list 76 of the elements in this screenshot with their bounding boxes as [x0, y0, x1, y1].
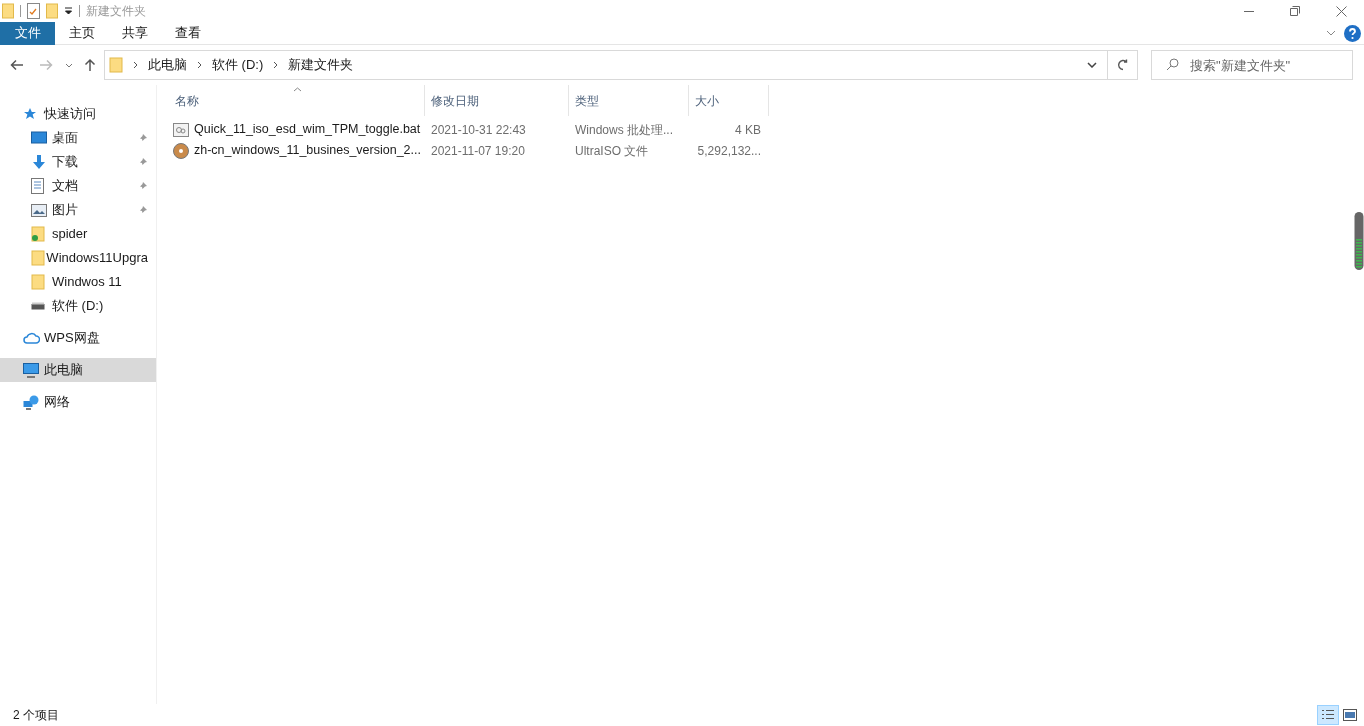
sidebar-item[interactable]: 文档: [0, 174, 156, 198]
folder-icon: [31, 274, 45, 290]
chevron-right-icon[interactable]: [133, 61, 138, 69]
cloud-icon: [23, 331, 40, 345]
synced-folder-icon: [31, 226, 45, 242]
search-icon: [1166, 58, 1179, 71]
volume-meter-drawing: [1354, 212, 1364, 270]
window-title: 新建文件夹: [86, 3, 146, 20]
modified-date: 2021-11-07 19:20: [430, 142, 526, 160]
file-size: 5,292,132...: [696, 142, 762, 160]
details-view-button[interactable]: [1317, 705, 1339, 725]
pin-icon[interactable]: [138, 205, 148, 215]
file-size: 4 KB: [734, 121, 762, 139]
ribbon-tab[interactable]: 共享: [108, 21, 161, 45]
sidebar-item[interactable]: WPS网盘: [0, 326, 156, 350]
pin-icon[interactable]: [138, 157, 148, 167]
document-icon: [31, 178, 44, 194]
sidebar-item[interactable]: Windows11Upgra: [0, 246, 156, 270]
close-icon: [1335, 5, 1347, 17]
chevron-right-icon[interactable]: [273, 61, 279, 69]
ribbon-tab[interactable]: 查看: [161, 21, 214, 45]
picture-icon: [1343, 709, 1357, 721]
file-row[interactable]: Quick_11_iso_esd_wim_TPM_toggle.bat 2021-10-31 22:43 Windows 批处理... 4 KB: [169, 119, 1364, 140]
sidebar-item[interactable]: Windwos 11: [0, 270, 156, 294]
list-icon: [1321, 709, 1335, 721]
breadcrumb[interactable]: 软件 (D:): [212, 55, 264, 75]
chevron-down-icon[interactable]: [1087, 62, 1097, 68]
network-icon: [23, 394, 39, 410]
breadcrumb[interactable]: 新建文件夹: [288, 55, 354, 75]
pin-icon[interactable]: [138, 133, 148, 143]
folder-icon: [109, 57, 123, 73]
column-header[interactable]: 修改日期: [425, 85, 569, 116]
file-type: Windows 批处理...: [574, 121, 674, 139]
chevron-right-icon[interactable]: [197, 61, 202, 69]
help-icon[interactable]: [1344, 24, 1361, 42]
address-bar[interactable]: 此电脑 软件 (D:) 新建文件夹: [104, 50, 1138, 80]
file-name: zh-cn_windows_11_busines_version_2...: [194, 142, 421, 160]
file-row[interactable]: zh-cn_windows_11_busines_version_2... 2021-11-07 19:20 UltraISO 文件 5,292,132...: [169, 140, 1364, 161]
column-header[interactable]: 名称: [169, 85, 425, 116]
chevron-down-icon[interactable]: [65, 62, 73, 68]
dropdown-icon[interactable]: [64, 7, 73, 15]
sidebar-item[interactable]: 网络: [0, 390, 156, 414]
drive-icon: [31, 302, 45, 310]
sidebar-item[interactable]: 此电脑: [0, 358, 156, 382]
sidebar-item[interactable]: 快速访问: [0, 102, 156, 126]
sidebar-item[interactable]: 下载: [0, 150, 156, 174]
restore-icon: [1290, 6, 1300, 16]
ribbon-tab[interactable]: 主页: [55, 21, 108, 45]
folder-icon: [31, 250, 45, 266]
file-tab[interactable]: 文件: [0, 21, 55, 45]
sidebar-item[interactable]: 桌面: [0, 126, 156, 150]
minimize-icon: [1244, 10, 1254, 12]
computer-icon: [23, 362, 39, 378]
checklist-icon[interactable]: [27, 3, 40, 19]
star-icon: [23, 107, 37, 121]
picture-icon: [31, 203, 47, 217]
sidebar-item[interactable]: spider: [0, 222, 156, 246]
back-arrow-icon[interactable]: [10, 59, 24, 71]
up-arrow-icon[interactable]: [84, 58, 96, 72]
down-arrow-icon: [31, 154, 47, 170]
gear-file-icon: [173, 122, 189, 137]
sidebar-item[interactable]: 软件 (D:): [0, 294, 156, 318]
file-name: Quick_11_iso_esd_wim_TPM_toggle.bat: [194, 121, 421, 139]
desktop-icon: [31, 131, 47, 145]
search-field[interactable]: 搜索"新建文件夹": [1151, 50, 1353, 80]
modified-date: 2021-10-31 22:43: [430, 121, 527, 139]
sidebar-item[interactable]: 图片: [0, 198, 156, 222]
disc-icon: [173, 142, 189, 159]
file-type: UltraISO 文件: [574, 142, 650, 160]
column-header[interactable]: 大小: [689, 85, 769, 116]
pin-icon[interactable]: [138, 181, 148, 191]
refresh-icon: [1116, 59, 1129, 71]
sort-ascending-icon: [293, 87, 302, 92]
column-header[interactable]: 类型: [569, 85, 689, 116]
breadcrumb[interactable]: 此电脑: [148, 55, 187, 75]
item-count: 2 个项目: [13, 707, 59, 724]
